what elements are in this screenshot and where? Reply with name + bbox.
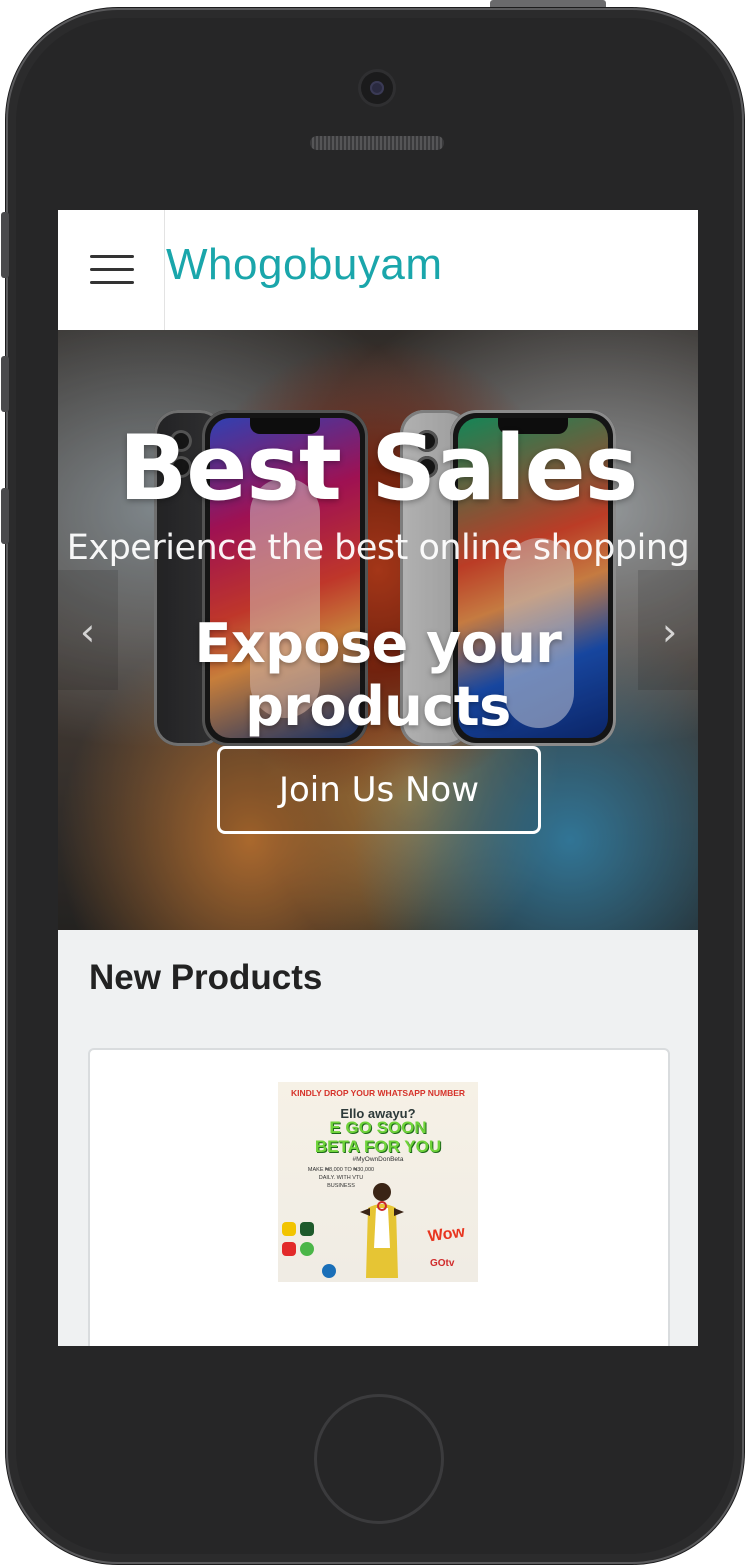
mtn-logo: [282, 1222, 296, 1236]
9mobile-logo: [300, 1222, 314, 1236]
hero-tagline: Expose your products: [194, 612, 562, 738]
home-button[interactable]: [314, 1394, 444, 1524]
hero-subtitle: Experience the best online shopping: [66, 528, 690, 568]
product-card[interactable]: KINDLY DROP YOUR WHATSAPP NUMBER Ello aw…: [88, 1048, 670, 1346]
navbar: Whogobuyam: [58, 210, 698, 330]
volume-up-button: [1, 356, 9, 412]
brand-logo[interactable]: Whogobuyam: [166, 240, 442, 290]
person-illustration: [360, 1183, 404, 1278]
airtel-logo: [282, 1242, 296, 1256]
mute-switch: [1, 212, 9, 278]
product-image[interactable]: KINDLY DROP YOUR WHATSAPP NUMBER Ello aw…: [278, 1082, 478, 1282]
screen: Whogobuyam ‹ › Best Sales Experience the…: [58, 210, 698, 1346]
hero-title: Best Sales: [118, 416, 639, 521]
earpiece-speaker: [310, 136, 444, 150]
glo-logo: [300, 1242, 314, 1256]
dstv-logo: [322, 1264, 336, 1278]
join-us-button[interactable]: Join Us Now: [217, 746, 541, 834]
gotv-logo: GOtv: [430, 1258, 455, 1269]
front-camera: [361, 72, 393, 104]
volume-down-button: [1, 488, 9, 544]
hamburger-menu-icon[interactable]: [58, 210, 165, 330]
hero-carousel: ‹ › Best Sales Experience the best onlin…: [58, 330, 698, 930]
wow-logo: Wow: [426, 1223, 466, 1246]
new-products-heading: New Products: [89, 958, 323, 997]
